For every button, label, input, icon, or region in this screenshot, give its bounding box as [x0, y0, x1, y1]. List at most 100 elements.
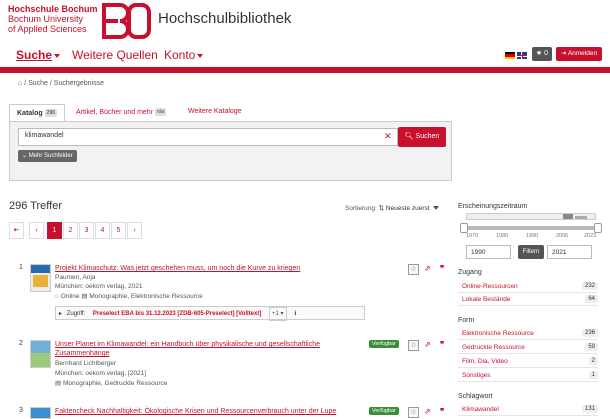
first-page-icon[interactable]: ⇤ [9, 222, 24, 239]
facet-label: Online-Ressourcen [462, 283, 518, 290]
result-item: 2 Unser Planet im Klimawandel: ein Handb… [9, 340, 459, 390]
star-icon: ★ [535, 50, 543, 57]
result-author: Paumen, Anja [55, 274, 96, 281]
facet-item[interactable]: Klimawandel 131 [458, 404, 598, 416]
search-panel: klimawandel ✕ 🔍︎ Suchen ⌄ Mehr Suchfelde… [9, 121, 452, 181]
count-badge: 296 [44, 109, 58, 117]
university-brand[interactable]: Hochschule Bochum Bochum University of A… [8, 4, 100, 34]
result-item: 1 Projekt Klimaschutz: Was jetzt gescheh… [9, 264, 459, 324]
result-title-link[interactable]: Projekt Klimaschutz: Was jetzt geschehen… [55, 264, 300, 273]
breadcrumb-item-suche[interactable]: Suche [28, 80, 48, 87]
facet-item[interactable]: Film, Dia, Video 2 [458, 356, 598, 368]
format-online: Online [60, 293, 80, 300]
bookmark-star-icon[interactable]: ☆ [408, 340, 419, 351]
breadcrumb-item-current: Suchergebnisse [53, 80, 104, 87]
tab-label: Artikel, Bücher und mehr [76, 108, 154, 116]
page-5[interactable]: 5 [111, 222, 126, 239]
facet-item[interactable]: Online-Ressourcen 232 [458, 281, 598, 293]
book-cover-thumbnail[interactable] [30, 407, 51, 419]
german-flag-icon[interactable] [505, 52, 515, 59]
facet-count: 236 [581, 329, 598, 337]
facet-label: Klimawandel [462, 406, 499, 413]
info-icon[interactable]: ℹ [294, 308, 296, 320]
facet-item[interactable]: Elektronische Ressource 236 [458, 328, 598, 340]
breadcrumb: ⌂ / Suche / Suchergebnisse [18, 80, 104, 87]
prev-page-icon[interactable]: ‹ [29, 222, 44, 239]
nav-label: Weitere Quellen [72, 48, 158, 62]
facet-count: 2 [588, 357, 598, 365]
cite-icon[interactable]: ❞ [440, 407, 444, 416]
cite-icon[interactable]: ❞ [440, 264, 444, 273]
facet-count: 64 [585, 295, 598, 303]
bookmark-star-icon[interactable]: ☆ [408, 264, 419, 275]
more-fields-button[interactable]: ⌄ Mehr Suchfelder [18, 150, 77, 162]
login-button[interactable]: ⇥ Anmelden [556, 47, 602, 61]
page-2[interactable]: 2 [63, 222, 78, 239]
result-format: ▤ Monographie, Gedruckte Ressource [55, 379, 167, 387]
nav-item-suche[interactable]: Suche [16, 48, 61, 62]
next-page-icon[interactable]: › [127, 222, 142, 239]
tab-katalog[interactable]: Katalog 296 [9, 104, 66, 122]
facet-label: Elektronische Ressource [462, 330, 534, 337]
range-end-handle[interactable] [594, 223, 602, 233]
format-type: Monographie, Gedruckte Ressource [62, 380, 168, 387]
page-3[interactable]: 3 [79, 222, 94, 239]
filter-button[interactable]: Filtern [518, 245, 544, 259]
site-header: Hochschule Bochum Bochum University of A… [0, 0, 610, 44]
caret-down-icon [197, 53, 204, 58]
access-link[interactable]: Preselect EBA bis 31.12.2023 [ZDB-605-Pr… [93, 308, 261, 320]
share-icon[interactable]: ⇗ [424, 407, 431, 416]
year-to-input[interactable]: 2021 [547, 245, 592, 259]
book-cover-thumbnail[interactable] [30, 340, 51, 368]
year-histogram [466, 213, 596, 220]
year-tick: 1990 [526, 233, 539, 239]
facet-label: Gedruckte Ressource [462, 344, 525, 351]
nav-label: Suche [16, 48, 53, 62]
result-number: 1 [19, 264, 23, 271]
result-title-link[interactable]: Unser Planet im Klimawandel: ein Handbuc… [55, 340, 365, 358]
availability-badge: Verfügbar [369, 407, 399, 415]
share-icon[interactable]: ⇗ [424, 340, 431, 349]
search-input[interactable]: klimawandel [18, 128, 398, 146]
tab-artikel[interactable]: Artikel, Bücher und mehr n/a [69, 104, 173, 122]
search-icon: 🔍︎ [404, 133, 414, 140]
facet-item[interactable]: Sonstiges 1 [458, 370, 598, 382]
bo-logo-icon[interactable] [102, 3, 152, 39]
uk-flag-icon[interactable] [517, 52, 527, 59]
tab-weitere-kataloge[interactable]: Weitere Kataloge [181, 104, 249, 122]
home-icon[interactable]: ⌂ [18, 80, 22, 87]
year-range-slider[interactable] [460, 223, 602, 233]
brand-line-1: Hochschule Bochum [8, 4, 98, 14]
clear-icon[interactable]: ✕ [384, 131, 392, 142]
facet-count: 59 [585, 343, 598, 351]
page-4[interactable]: 4 [95, 222, 110, 239]
library-title: Hochschulbibliothek [158, 10, 292, 27]
facet-count: 131 [581, 405, 598, 413]
more-access-dropdown[interactable]: +1 ▾ [269, 307, 287, 321]
year-from-input[interactable]: 1990 [466, 245, 511, 259]
nav-item-weitere-quellen[interactable]: Weitere Quellen [72, 48, 158, 62]
range-start-handle[interactable] [460, 223, 468, 233]
brand-line-3: of Applied Sciences [8, 24, 87, 34]
facet-item[interactable]: Gedruckte Ressource 59 [458, 342, 598, 354]
book-cover-thumbnail[interactable] [30, 264, 51, 292]
page-1[interactable]: 1 [47, 222, 62, 239]
result-title-link[interactable]: Faktencheck Nachhaltigkeit: Ökologische … [55, 407, 336, 416]
book-icon: ▤ [55, 380, 62, 387]
favorites-count: 0 [544, 50, 549, 57]
year-tick: 2023 [584, 233, 597, 239]
availability-badge: Verfügbar [369, 340, 399, 348]
nav-item-konto[interactable]: Konto [164, 48, 204, 62]
bookmark-star-icon[interactable]: ☆ [408, 407, 419, 418]
expand-icon[interactable]: ▸ [59, 308, 62, 320]
facet-item[interactable]: Lokale Bestände 64 [458, 294, 598, 306]
result-actions: ☆ ⇗ ❞ [408, 340, 458, 352]
brand-line-2: Bochum University [8, 14, 84, 24]
sort-dropdown[interactable]: ⇅ Neueste zuerst [379, 205, 440, 212]
cite-icon[interactable]: ❞ [440, 340, 444, 349]
favorites-button[interactable]: ★ 0 [532, 47, 552, 61]
tab-label: Weitere Kataloge [188, 108, 242, 115]
result-number: 2 [19, 340, 23, 347]
search-button[interactable]: 🔍︎ Suchen [398, 127, 446, 147]
share-icon[interactable]: ⇗ [424, 264, 431, 273]
